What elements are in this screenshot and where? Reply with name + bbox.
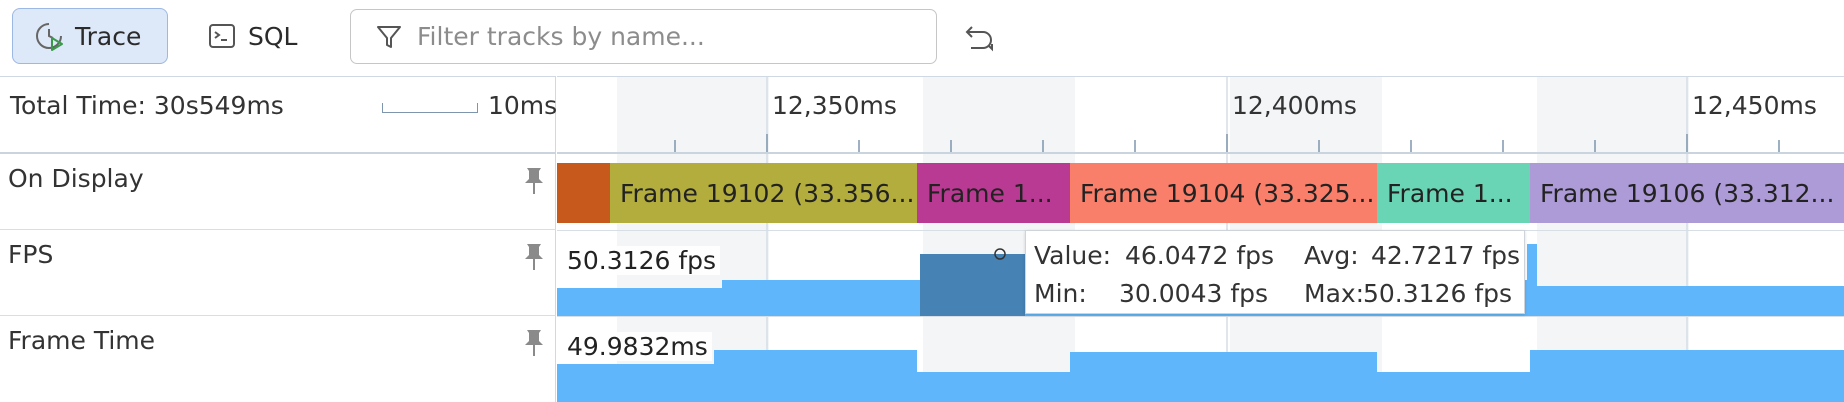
tooltip-avg: 42.7217 fps [1371,241,1521,270]
time-header: 12,350ms 12,400ms 12,450ms [557,76,1844,154]
display-slice[interactable] [557,163,610,223]
tooltip-max: 50.3126 fps [1363,279,1513,308]
reset-zoom-icon[interactable] [958,18,998,58]
trace-button-label: Trace [75,21,142,51]
trace-icon [31,20,67,52]
tooltip-value: 46.0472 fps [1125,241,1275,270]
tick-label: 12,350ms [772,91,897,120]
tick-label: 12,450ms [1692,91,1817,120]
pin-icon[interactable] [522,166,546,196]
frame-time-area [557,350,1844,402]
fps-spike [1527,244,1537,316]
terminal-icon [204,20,240,52]
display-slice[interactable]: Frame 19102 (33.356... [610,163,917,223]
fps-value-label: 50.3126 fps [563,246,721,275]
pin-icon[interactable] [522,328,546,358]
time-header-left: Total Time: 30s549ms 10ms [0,76,558,154]
track-name: Frame Time [8,326,156,355]
filter-input[interactable] [417,22,897,51]
sql-button-label: SQL [248,21,298,51]
tooltip-min: 30.0043 fps [1119,279,1269,308]
frame-time-counter[interactable] [557,316,1844,402]
track-name: FPS [8,240,54,269]
filter-icon [369,17,409,57]
counter-tooltip: Value: 46.0472 fps Avg: 42.7217 fps Min:… [1025,230,1525,314]
tracks-area[interactable]: 12,350ms 12,400ms 12,450ms Frame 19102 (… [557,76,1844,402]
display-slice[interactable]: Frame 19104 (33.325... [1070,163,1377,223]
tooltip-min-key: Min: [1034,279,1087,308]
pin-icon[interactable] [522,242,546,272]
tooltip-avg-key: Avg: [1304,241,1359,270]
track-label-on-display[interactable]: On Display [0,154,556,230]
tooltip-max-key: Max: [1304,279,1365,308]
trace-button[interactable]: Trace [12,8,168,64]
track-labels: Total Time: 30s549ms 10ms On Display FPS… [0,76,558,402]
display-slice[interactable]: Frame 1... [1377,163,1530,223]
track-name: On Display [8,164,144,193]
track-label-fps[interactable]: FPS [0,230,556,316]
filter-field[interactable] [350,9,937,64]
scale-label: 10ms [488,91,558,120]
track-label-frame-time[interactable]: Frame Time [0,316,556,402]
sql-button[interactable]: SQL [198,8,310,64]
fps-selected-bar [920,254,1025,316]
toolbar: Trace SQL [0,0,1844,76]
display-slice[interactable]: Frame 19106 (33.312... [1530,163,1844,223]
display-slice[interactable]: Frame 1... [917,163,1070,223]
timeline-panel: Total Time: 30s549ms 10ms On Display FPS… [0,76,1844,402]
tick-label: 12,400ms [1232,91,1357,120]
scale-bar [382,103,478,113]
tooltip-value-key: Value: [1034,241,1112,270]
total-time: Total Time: 30s549ms [10,91,284,120]
frame-time-value-label: 49.9832ms [563,332,712,361]
